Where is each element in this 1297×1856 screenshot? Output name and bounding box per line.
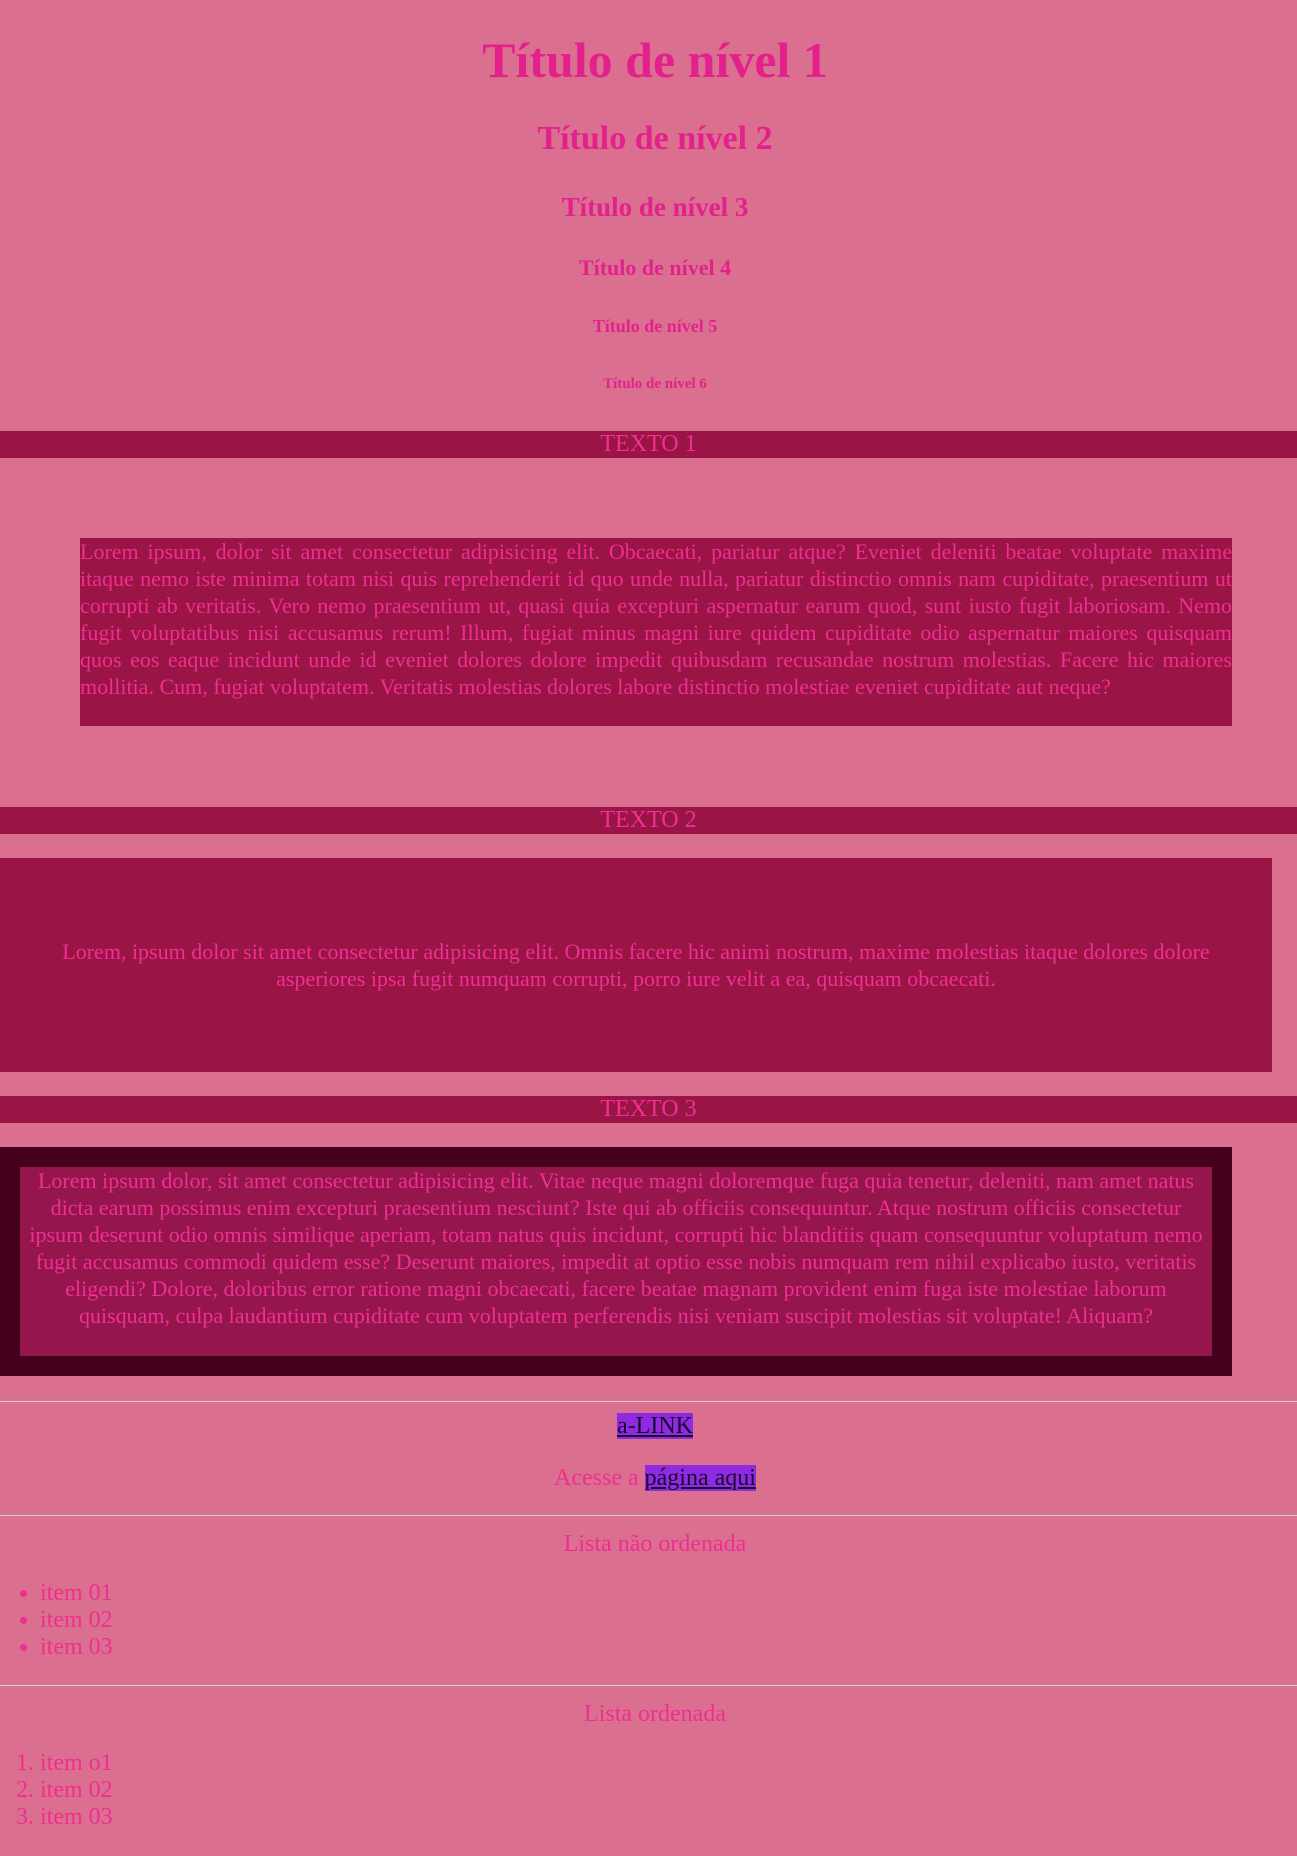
unordered-list-title: Lista não ordenada [563,1531,747,1557]
list-item: item 01 [40,1580,113,1607]
divider-2 [0,1515,1297,1516]
list-item: item 03 [40,1634,113,1661]
ordered-list-title: Lista ordenada [584,1701,726,1727]
section-1-text: Lorem ipsum, dolor sit amet consectetur … [80,538,1232,726]
section-2-title: TEXTO 2 [0,807,1297,834]
section-3-title: TEXTO 3 [0,1096,1297,1123]
section-2-box: Lorem, ipsum dolor sit amet consectetur … [0,858,1272,1072]
heading-level-6: Título de nível 6 [603,376,707,392]
section-3-inner-box: Lorem ipsum dolor, sit amet consectetur … [20,1167,1212,1356]
heading-level-4: Título de nível 4 [578,255,732,280]
a-link[interactable]: a-LINK [617,1413,693,1439]
heading-level-2: Título de nível 2 [537,120,773,157]
page-link[interactable]: página aqui [644,1465,756,1491]
heading-level-3: Título de nível 3 [561,192,749,222]
section-2-text: Lorem, ipsum dolor sit amet consectetur … [62,939,1210,991]
divider-3 [0,1685,1297,1686]
list-item: item 02 [40,1777,113,1804]
heading-level-1: Título de nível 1 [482,32,828,88]
list-item: item 03 [40,1804,113,1831]
heading-level-5: Título de nível 5 [592,316,718,336]
list-item: item 02 [40,1607,113,1634]
a-link-line: a-LINK [0,1412,1297,1440]
section-1-title: TEXTO 1 [0,431,1297,458]
section-3-border-box: Lorem ipsum dolor, sit amet consectetur … [0,1147,1232,1376]
section-3-text: Lorem ipsum dolor, sit amet consectetur … [29,1168,1203,1328]
access-prefix: Acesse a [554,1465,645,1491]
list-item: item o1 [40,1750,113,1777]
access-line: Acesse a página aqui [0,1464,1297,1492]
unordered-list: item 01 item 02 item 03 [0,1580,113,1661]
ordered-list: item o1 item 02 item 03 [0,1750,113,1831]
divider-1 [0,1401,1297,1402]
